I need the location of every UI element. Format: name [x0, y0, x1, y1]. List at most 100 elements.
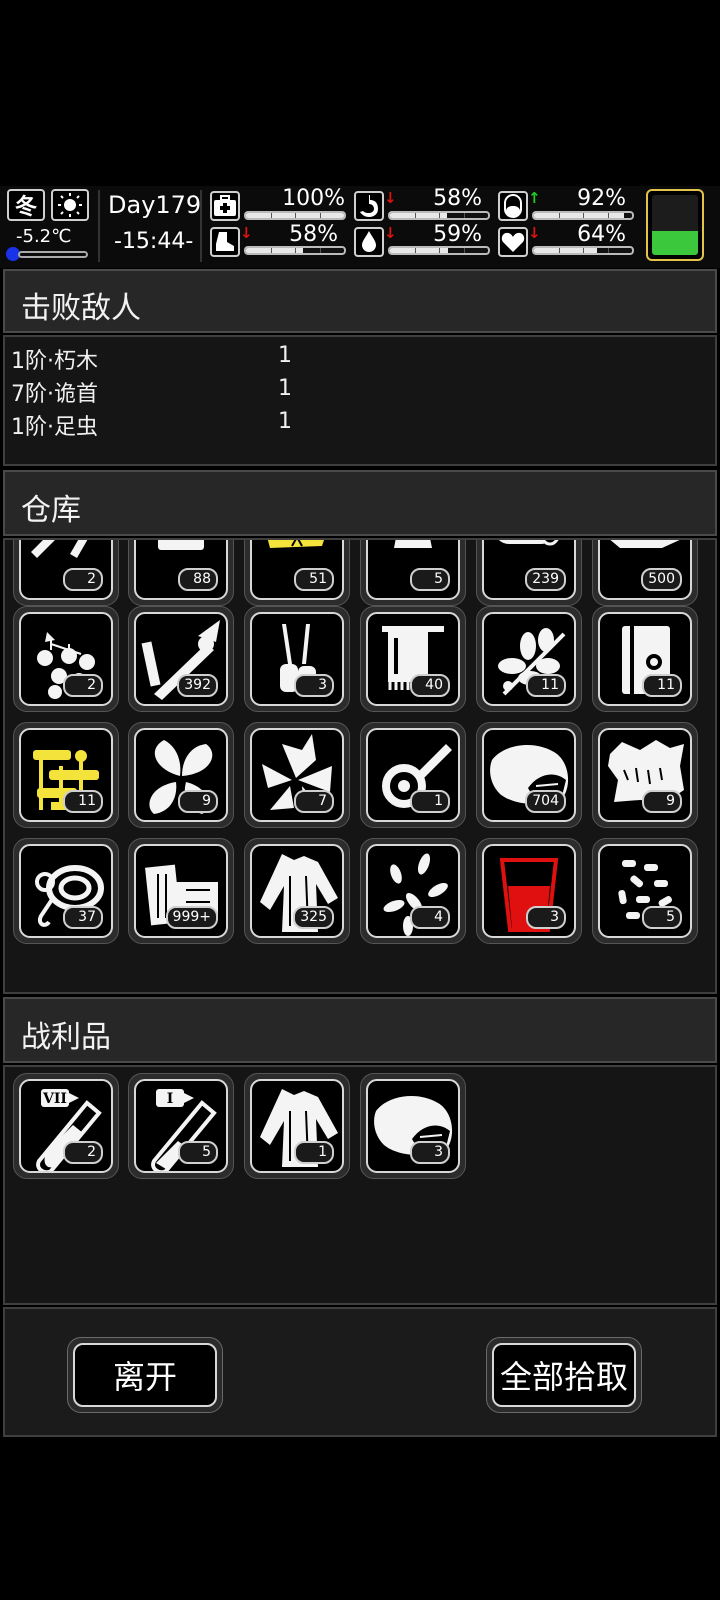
item-count: 11	[642, 674, 682, 697]
item-count: 5	[642, 906, 682, 929]
item-count: 239	[525, 568, 566, 591]
item-count: 37	[63, 906, 103, 929]
item-count: 1	[294, 1141, 334, 1164]
item-slot-frame: 2	[19, 612, 113, 706]
item-slot[interactable]: 2	[13, 540, 119, 606]
stamina-value: 58%	[289, 222, 338, 247]
item-slot[interactable]: 11	[476, 606, 582, 712]
leave-button[interactable]: 离开	[67, 1337, 223, 1413]
item-count: 999+	[165, 906, 218, 929]
item-slot[interactable]: 325	[244, 838, 350, 944]
leave-button-label: 离开	[73, 1343, 217, 1407]
sun-icon	[51, 189, 89, 221]
item-slot-frame: 325	[250, 844, 344, 938]
item-slot[interactable]: 239	[476, 540, 582, 606]
item-count: 4	[410, 906, 450, 929]
item-slot-frame: 11	[598, 612, 692, 706]
item-slot[interactable]: 9	[592, 722, 698, 828]
item-count: 2	[63, 568, 103, 591]
item-slot-frame: 704	[482, 728, 576, 822]
item-slot-frame: 51	[250, 540, 344, 600]
day-counter: Day179	[108, 191, 202, 219]
item-slot[interactable]: 5	[592, 838, 698, 944]
item-slot-frame: 500	[598, 540, 692, 600]
medkit-icon	[210, 191, 240, 221]
item-slot-frame: 999+	[134, 844, 228, 938]
health-bar	[244, 211, 346, 220]
item-slot[interactable]: 3	[476, 838, 582, 944]
item-count: 11	[63, 790, 103, 813]
item-count: 3	[410, 1141, 450, 1164]
status-bar: 冬 -5.2℃ Day179 -15:44- 100% ↓ 58% ↓ 58% …	[0, 186, 720, 268]
defeated-header: 击败敌人	[3, 269, 717, 333]
item-count: 3	[294, 674, 334, 697]
item-slot[interactable]: 37	[13, 838, 119, 944]
item-count: 2	[63, 674, 103, 697]
battery-icon	[646, 189, 704, 261]
svg-text:VII: VII	[42, 1091, 67, 1107]
item-slot-frame: 9	[598, 728, 692, 822]
item-slot[interactable]: 9	[128, 722, 234, 828]
heart-icon	[498, 227, 528, 257]
item-slot[interactable]: 1	[360, 722, 466, 828]
enemy-count: 1	[278, 376, 292, 401]
item-slot[interactable]: 500	[592, 540, 698, 606]
enemy-name: 1阶·朽木	[11, 349, 98, 374]
item-count: 5	[178, 1141, 218, 1164]
item-count: 88	[178, 568, 218, 591]
item-count: 51	[294, 568, 334, 591]
item-slot[interactable]: 392	[128, 606, 234, 712]
water-drop-icon	[354, 227, 384, 257]
item-slot[interactable]: 1	[244, 1073, 350, 1179]
season-label: 冬	[14, 195, 37, 220]
item-slot-frame: 2	[19, 540, 113, 600]
item-slot[interactable]: 2	[13, 606, 119, 712]
sanity-value: 92%	[577, 186, 626, 211]
enemy-name: 7阶·诡首	[11, 382, 98, 407]
item-slot-frame: 9	[134, 728, 228, 822]
item-slot-frame: 88	[134, 540, 228, 600]
item-slot[interactable]: 11	[592, 606, 698, 712]
warehouse-header: 仓库	[3, 470, 717, 536]
item-slot-frame: 11	[19, 728, 113, 822]
enemy-count: 1	[278, 343, 292, 368]
take-all-button[interactable]: 全部拾取	[486, 1337, 642, 1413]
item-slot[interactable]: I5	[128, 1073, 234, 1179]
warehouse-title: 仓库	[21, 493, 81, 528]
health-value: 100%	[282, 186, 345, 211]
item-slot-frame: 7	[250, 728, 344, 822]
footer-bar: 离开 全部拾取	[3, 1307, 717, 1437]
thermometer-icon	[6, 247, 90, 261]
item-slot-frame: 1	[250, 1079, 344, 1173]
svg-text:I: I	[167, 1091, 174, 1107]
item-count: 5	[410, 568, 450, 591]
stamina-bar	[244, 246, 346, 255]
item-slot[interactable]: 704	[476, 722, 582, 828]
item-slot[interactable]: 5	[360, 540, 466, 606]
item-count: 9	[642, 790, 682, 813]
item-slot[interactable]: VII 2	[13, 1073, 119, 1179]
loot-grid[interactable]: VII 2 I 5 1 3	[3, 1065, 717, 1305]
item-slot[interactable]: 51	[244, 540, 350, 606]
item-count: 392	[177, 674, 218, 697]
item-slot[interactable]: 4	[360, 838, 466, 944]
defeated-title: 击败敌人	[21, 291, 141, 326]
item-slot[interactable]: 999+	[128, 838, 234, 944]
item-slot[interactable]: 40	[360, 606, 466, 712]
item-slot-frame: 5	[598, 844, 692, 938]
item-slot[interactable]: 88	[128, 540, 234, 606]
item-slot-frame: 3	[250, 612, 344, 706]
enemy-name: 1阶·足虫	[11, 415, 98, 440]
warehouse-grid[interactable]: 2 88 51 5 239 500 2 392 3 40 11 11 11 9 7 1 704 9 37 999+ 32…	[3, 538, 717, 994]
item-count: 11	[526, 674, 566, 697]
item-slot[interactable]: 3	[244, 606, 350, 712]
item-slot[interactable]: 3	[360, 1073, 466, 1179]
take-all-button-label: 全部拾取	[492, 1343, 636, 1407]
mood-value: 64%	[577, 222, 626, 247]
item-slot-frame: 3	[366, 1079, 460, 1173]
item-slot[interactable]: 11	[13, 722, 119, 828]
item-count: 704	[525, 790, 566, 813]
item-slot-frame: 1	[366, 728, 460, 822]
item-slot[interactable]: 7	[244, 722, 350, 828]
item-slot-frame: 4	[366, 844, 460, 938]
